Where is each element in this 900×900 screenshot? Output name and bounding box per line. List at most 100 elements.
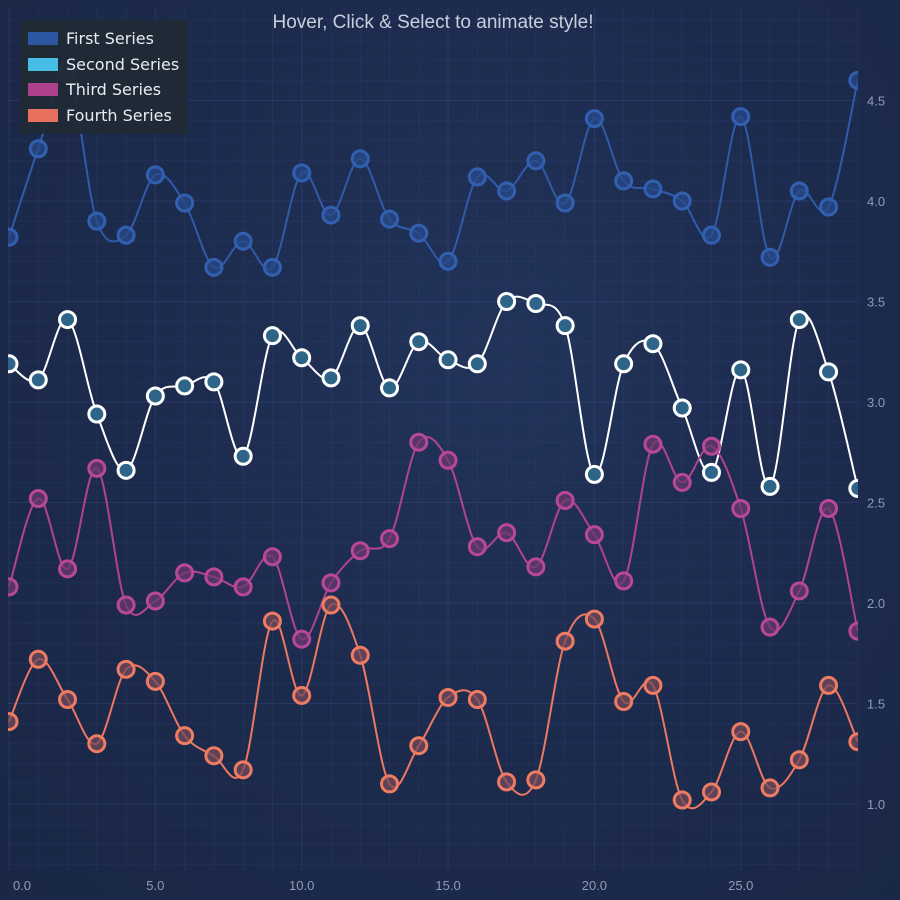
data-point[interactable] [672, 191, 692, 211]
data-point[interactable] [848, 732, 866, 752]
data-point[interactable] [701, 782, 721, 802]
data-point[interactable] [292, 163, 312, 183]
data-point[interactable] [321, 595, 341, 615]
data-point[interactable] [175, 726, 195, 746]
data-point[interactable] [145, 165, 165, 185]
data-point[interactable] [789, 310, 809, 330]
series-fourth-series[interactable] [1, 595, 866, 810]
data-point[interactable] [409, 432, 429, 452]
data-point[interactable] [204, 372, 224, 392]
data-point[interactable] [555, 316, 575, 336]
data-point[interactable] [1, 577, 19, 597]
data-point[interactable] [204, 257, 224, 277]
data-point[interactable] [760, 617, 780, 637]
chart[interactable]: 1.0 1.5 2.0 2.5 3.0 3.5 4.0 4.5 0.0 5.0 10.0 15.0 2… [0, 0, 900, 900]
data-point[interactable] [731, 499, 751, 519]
data-point[interactable] [175, 193, 195, 213]
data-point[interactable] [87, 404, 107, 424]
data-point[interactable] [204, 567, 224, 587]
data-point[interactable] [380, 209, 400, 229]
data-point[interactable] [380, 774, 400, 794]
data-point[interactable] [555, 193, 575, 213]
data-point[interactable] [28, 370, 48, 390]
data-point[interactable] [262, 611, 282, 631]
data-point[interactable] [233, 446, 253, 466]
data-point[interactable] [497, 772, 517, 792]
data-point[interactable] [760, 476, 780, 496]
data-point[interactable] [145, 591, 165, 611]
data-point[interactable] [233, 577, 253, 597]
data-point[interactable] [116, 225, 136, 245]
data-point[interactable] [350, 316, 370, 336]
data-point[interactable] [701, 225, 721, 245]
data-point[interactable] [731, 360, 751, 380]
data-point[interactable] [643, 334, 663, 354]
data-point[interactable] [58, 689, 78, 709]
data-point[interactable] [292, 685, 312, 705]
legend-item-fourth-series[interactable]: Fourth Series [28, 103, 179, 129]
data-point[interactable] [292, 348, 312, 368]
data-point[interactable] [87, 458, 107, 478]
data-point[interactable] [438, 350, 458, 370]
data-point[interactable] [409, 736, 429, 756]
data-point[interactable] [1, 354, 19, 374]
data-point[interactable] [321, 368, 341, 388]
data-point[interactable] [848, 621, 866, 641]
data-point[interactable] [760, 778, 780, 798]
data-point[interactable] [145, 671, 165, 691]
data-point[interactable] [350, 645, 370, 665]
data-point[interactable] [87, 211, 107, 231]
data-point[interactable] [643, 675, 663, 695]
data-point[interactable] [233, 231, 253, 251]
data-point[interactable] [526, 557, 546, 577]
data-point[interactable] [262, 326, 282, 346]
data-point[interactable] [526, 770, 546, 790]
data-point[interactable] [467, 689, 487, 709]
data-point[interactable] [438, 251, 458, 271]
data-point[interactable] [380, 529, 400, 549]
data-point[interactable] [760, 247, 780, 267]
data-point[interactable] [555, 490, 575, 510]
data-point[interactable] [789, 581, 809, 601]
data-point[interactable] [584, 464, 604, 484]
data-point[interactable] [145, 386, 165, 406]
data-point[interactable] [380, 378, 400, 398]
data-point[interactable] [467, 537, 487, 557]
data-point[interactable] [672, 472, 692, 492]
data-point[interactable] [526, 294, 546, 314]
legend-item-first-series[interactable]: First Series [28, 26, 179, 52]
data-point[interactable] [175, 376, 195, 396]
data-point[interactable] [555, 631, 575, 651]
data-point[interactable] [848, 478, 866, 498]
data-point[interactable] [467, 167, 487, 187]
data-point[interactable] [321, 205, 341, 225]
data-point[interactable] [87, 734, 107, 754]
data-point[interactable] [438, 450, 458, 470]
data-point[interactable] [116, 460, 136, 480]
data-point[interactable] [701, 436, 721, 456]
data-point[interactable] [497, 523, 517, 543]
data-point[interactable] [643, 179, 663, 199]
data-point[interactable] [467, 354, 487, 374]
data-point[interactable] [584, 525, 604, 545]
data-point[interactable] [175, 563, 195, 583]
data-point[interactable] [789, 750, 809, 770]
data-point[interactable] [262, 547, 282, 567]
data-point[interactable] [731, 107, 751, 127]
data-point[interactable] [614, 354, 634, 374]
data-point[interactable] [526, 151, 546, 171]
data-point[interactable] [643, 434, 663, 454]
series-line[interactable] [8, 295, 858, 489]
data-point[interactable] [438, 687, 458, 707]
data-point[interactable] [116, 595, 136, 615]
data-point[interactable] [409, 223, 429, 243]
data-point[interactable] [116, 659, 136, 679]
data-point[interactable] [819, 499, 839, 519]
data-point[interactable] [848, 70, 866, 90]
series-line[interactable] [8, 602, 858, 810]
legend-item-third-series[interactable]: Third Series [28, 77, 179, 103]
data-point[interactable] [28, 649, 48, 669]
data-point[interactable] [350, 149, 370, 169]
data-point[interactable] [497, 181, 517, 201]
data-point[interactable] [58, 310, 78, 330]
